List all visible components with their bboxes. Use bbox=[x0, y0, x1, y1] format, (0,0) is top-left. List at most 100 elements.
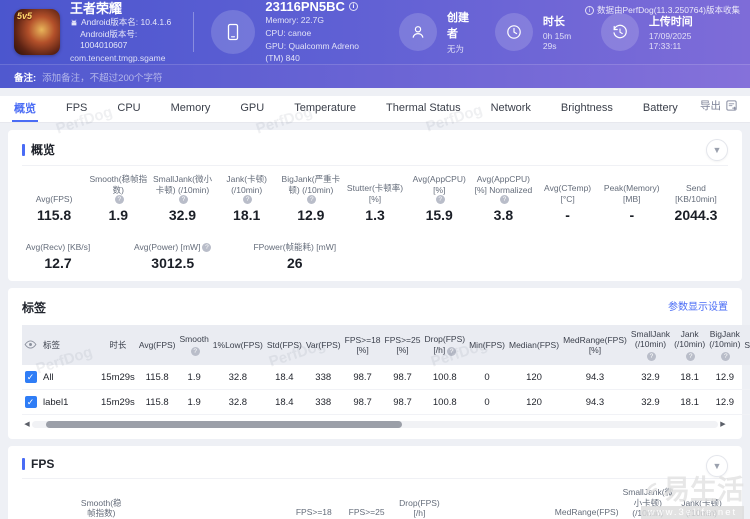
person-icon bbox=[399, 13, 437, 51]
table-cell: 12.9 bbox=[707, 390, 742, 415]
history-clock-icon bbox=[601, 13, 639, 51]
device-info-icon[interactable]: i bbox=[349, 2, 358, 11]
metric: Stutter(卡顿率) [%]? 1.3 bbox=[343, 183, 407, 223]
tab[interactable]: Thermal Status bbox=[384, 96, 463, 122]
table-cell: 120 bbox=[507, 365, 561, 390]
metric: 1%Low(FPS)? 32.8 bbox=[128, 507, 182, 519]
column-info-icon[interactable]: ? bbox=[647, 352, 656, 361]
table-cell: 338 bbox=[304, 365, 343, 390]
labels-table: 标签时长Avg(FPS)Smooth?1%Low(FPS)Std(FPS)Var… bbox=[22, 325, 750, 415]
android-version-name: Android版本名: 10.4.1.6 bbox=[70, 17, 175, 28]
metric: Avg(Recv) [KB/s]? 12.7 bbox=[22, 231, 94, 271]
tab[interactable]: Brightness bbox=[559, 96, 615, 122]
metric: Avg(Power) [mW]? 3012.5 bbox=[132, 231, 213, 271]
table-cell: 98.7 bbox=[383, 365, 423, 390]
metric-info-icon[interactable]: ? bbox=[179, 195, 188, 204]
fps-title: FPS bbox=[31, 457, 54, 471]
metric-info-icon[interactable]: ? bbox=[500, 195, 509, 204]
duration-value: 0h 15m 29s bbox=[543, 31, 577, 51]
metric: Std(FPS)? 18.4 bbox=[182, 507, 235, 519]
android-icon bbox=[70, 19, 78, 27]
metric-tabbar: 概览 FPS CPU Memory GPU Temperature Therma… bbox=[0, 96, 750, 123]
tab[interactable]: FPS bbox=[64, 96, 89, 122]
metric: Avg(FPS)? 115.8 bbox=[22, 183, 86, 223]
export-button[interactable]: 导出 bbox=[700, 98, 738, 113]
metric: FPS>=18 [%]? 98.7 bbox=[287, 507, 340, 519]
table-cell: 98.7 bbox=[343, 390, 383, 415]
scrollbar-thumb[interactable] bbox=[46, 421, 403, 428]
column-header: FPS>=25 [%] bbox=[383, 325, 423, 365]
metric: Drop(FPS) [/h]? 100.8 bbox=[393, 498, 446, 519]
table-row: ✓label115m29s115.81.932.818.433898.798.7… bbox=[22, 390, 750, 415]
metric: Jank(卡顿) (/10min)? 18.1 bbox=[215, 174, 279, 223]
column-info-icon[interactable]: ? bbox=[191, 347, 200, 356]
column-header: Median(FPS) bbox=[507, 325, 561, 365]
note-strip[interactable]: 备注: 添加备注，不超过200个字符 bbox=[0, 64, 750, 88]
table-cell: 94.3 bbox=[561, 390, 629, 415]
table-cell: 98.7 bbox=[383, 390, 423, 415]
device-gpu: GPU: Qualcomm Adreno (TM) 840 bbox=[265, 40, 375, 66]
row-checkbox[interactable]: ✓ bbox=[25, 371, 37, 383]
metric: Smooth(稳帧指数)? 1.9 bbox=[75, 498, 128, 519]
device-name: 23116PN5BC bbox=[265, 0, 345, 14]
overview-metrics-row-2: Avg(Recv) [KB/s]? 12.7 Avg(Power) [mW]? … bbox=[22, 231, 728, 271]
tab[interactable]: Memory bbox=[169, 96, 213, 122]
metric-info-icon[interactable]: ? bbox=[243, 195, 252, 204]
metric-info-icon[interactable]: ? bbox=[202, 243, 211, 252]
metric-info-icon[interactable]: ? bbox=[115, 195, 124, 204]
tab[interactable]: 概览 bbox=[12, 96, 38, 122]
column-info-icon[interactable]: ? bbox=[686, 352, 695, 361]
creator-value: 无为 bbox=[447, 43, 471, 55]
table-cell: 0 bbox=[467, 365, 507, 390]
scroll-left-arrow[interactable]: ◀ bbox=[22, 420, 32, 428]
title-accent-bar bbox=[22, 144, 25, 156]
tab[interactable]: Battery bbox=[641, 96, 680, 122]
table-cell: 120 bbox=[507, 390, 561, 415]
metric: MedRange(FPS)[%]? 94.3 bbox=[553, 507, 621, 519]
column-header: 1%Low(FPS) bbox=[211, 325, 265, 365]
metric: FPower(帧能耗) [mW]? 26 bbox=[251, 231, 338, 271]
export-icon bbox=[725, 99, 738, 112]
metric: SmallJank(微小卡顿) (/10min)? 32.9 bbox=[150, 174, 214, 223]
metric: Avg(AppCPU) [%] Normalized? 3.8 bbox=[471, 174, 535, 223]
row-checkbox[interactable]: ✓ bbox=[25, 396, 37, 408]
duration-label: 时长 bbox=[543, 13, 577, 29]
column-info-icon[interactable]: ? bbox=[721, 352, 730, 361]
scroll-right-arrow[interactable]: ▶ bbox=[718, 420, 728, 428]
device-cpu: CPU: canoe bbox=[265, 27, 375, 40]
metric: Avg(CTemp)[°C]? - bbox=[536, 183, 600, 223]
metric: BigJank(严重卡顿) (/10min)? 12.9 bbox=[279, 174, 343, 223]
tab[interactable]: CPU bbox=[115, 96, 142, 122]
table-cell: 115.8 bbox=[137, 390, 178, 415]
visibility-column-header bbox=[22, 325, 39, 365]
column-header: Drop(FPS) [/h]? bbox=[422, 325, 467, 365]
overview-card: 概览 ▼ Avg(FPS)? 115.8 Smooth(稳帧指数)? 1.9 S… bbox=[8, 130, 742, 281]
metric: Var(FPS)? 338 bbox=[235, 507, 288, 519]
overview-collapse-button[interactable]: ▼ bbox=[706, 139, 728, 161]
tab[interactable]: GPU bbox=[238, 96, 266, 122]
metric: Peak(Memory) [MB]? - bbox=[600, 183, 664, 223]
phone-icon bbox=[211, 10, 255, 54]
parameter-display-settings-link[interactable]: 参数显示设置 bbox=[668, 298, 728, 313]
column-info-icon[interactable]: ? bbox=[447, 347, 456, 356]
upload-time-block: 上传时间 17/09/2025 17:33:11 bbox=[601, 13, 712, 51]
tab[interactable]: Temperature bbox=[292, 96, 358, 122]
metric: Jank(卡顿) (/10min)? 18.1 bbox=[675, 498, 728, 519]
table-cell: 98.7 bbox=[343, 365, 383, 390]
title-accent-bar bbox=[22, 458, 25, 470]
creator-block: 创建者 无为 bbox=[399, 9, 471, 55]
metric-info-icon[interactable]: ? bbox=[436, 195, 445, 204]
note-label: 备注: bbox=[14, 70, 36, 84]
overview-metrics-row-1: Avg(FPS)? 115.8 Smooth(稳帧指数)? 1.9 SmallJ… bbox=[22, 174, 728, 223]
table-cell: 12.9 bbox=[707, 365, 742, 390]
table-cell: 15m29s bbox=[99, 365, 137, 390]
table-cell: 100.8 bbox=[422, 390, 467, 415]
table-cell: 100.8 bbox=[422, 365, 467, 390]
report-header: i 数据由PerfDog(11.3.250764)版本收集 5v5 王者荣耀 A… bbox=[0, 0, 750, 64]
scrollbar-track[interactable] bbox=[32, 421, 718, 428]
metric-info-icon[interactable]: ? bbox=[307, 195, 316, 204]
fps-collapse-button[interactable]: ▼ bbox=[706, 455, 728, 477]
tab[interactable]: Network bbox=[489, 96, 533, 122]
game-app-icon: 5v5 bbox=[14, 9, 60, 55]
table-cell: 338 bbox=[304, 390, 343, 415]
